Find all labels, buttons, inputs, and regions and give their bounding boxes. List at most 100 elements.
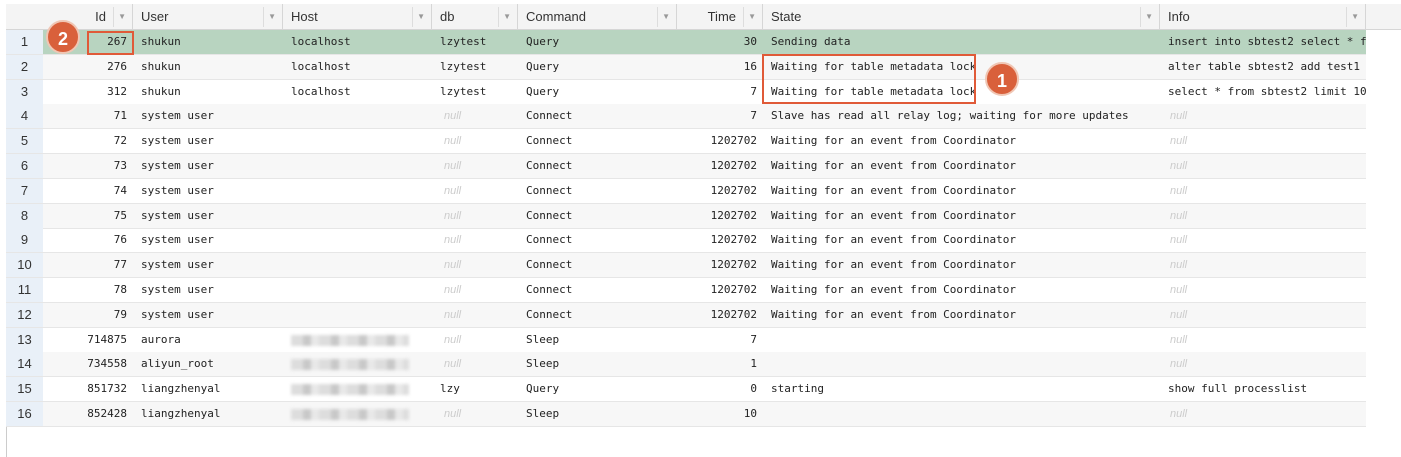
cell-command[interactable]: Connect xyxy=(518,129,677,153)
cell-id[interactable]: 276 xyxy=(43,55,133,79)
cell-time[interactable]: 1202702 xyxy=(677,278,763,302)
cell-id[interactable]: 852428 xyxy=(43,402,133,426)
cell-db[interactable]: null xyxy=(432,253,518,277)
cell-info[interactable]: null xyxy=(1160,129,1366,153)
cell-host[interactable] xyxy=(283,303,432,327)
cell-time[interactable]: 10 xyxy=(677,402,763,426)
column-header-db[interactable]: db ▼ xyxy=(432,4,518,30)
cell-db[interactable]: null xyxy=(432,303,518,327)
cell-db[interactable]: lzytest xyxy=(432,30,518,54)
filter-dropdown-icon[interactable]: ▼ xyxy=(503,4,511,30)
table-row[interactable]: 14 734558 aliyun_root null Sleep 1 null xyxy=(6,352,1366,378)
cell-user[interactable]: shukun xyxy=(133,80,283,104)
table-row[interactable]: 12 79 system user null Connect 1202702 Waiting… xyxy=(6,302,1366,328)
cell-user[interactable]: system user xyxy=(133,129,283,153)
table-row[interactable]: 6 73 system user null Connect 1202702 Waiting … xyxy=(6,154,1366,179)
cell-info[interactable]: null xyxy=(1160,278,1366,302)
cell-host[interactable]: localhost xyxy=(283,55,432,79)
table-row[interactable]: 2 276 shukun localhost lzytest Query 16 Waiting… xyxy=(6,54,1366,80)
cell-command[interactable]: Connect xyxy=(518,303,677,327)
cell-state[interactable] xyxy=(763,328,1160,352)
cell-host[interactable] xyxy=(283,204,432,228)
cell-command[interactable]: Query xyxy=(518,80,677,104)
table-row[interactable]: 7 74 system user null Connect 1202702 Waiting … xyxy=(6,178,1366,204)
cell-db[interactable]: null xyxy=(432,402,518,426)
cell-state[interactable]: Waiting for an event from Coordinator xyxy=(763,179,1160,203)
cell-id[interactable]: 76 xyxy=(43,228,133,252)
cell-host[interactable] xyxy=(283,328,432,352)
cell-time[interactable]: 7 xyxy=(677,104,763,128)
cell-user[interactable]: system user xyxy=(133,104,283,128)
cell-user[interactable]: shukun xyxy=(133,55,283,79)
cell-command[interactable]: Connect xyxy=(518,278,677,302)
cell-user[interactable]: system user xyxy=(133,204,283,228)
table-row[interactable]: 8 75 system user null Connect 1202702 Waiting … xyxy=(6,203,1366,229)
cell-db[interactable]: null xyxy=(432,154,518,178)
cell-command[interactable]: Connect xyxy=(518,104,677,128)
cell-id[interactable]: 73 xyxy=(43,154,133,178)
cell-state[interactable]: Waiting for an event from Coordinator xyxy=(763,303,1160,327)
cell-id[interactable]: 79 xyxy=(43,303,133,327)
cell-time[interactable]: 1202702 xyxy=(677,154,763,178)
cell-db[interactable]: lzy xyxy=(432,377,518,401)
cell-db[interactable]: null xyxy=(432,129,518,153)
cell-host[interactable] xyxy=(283,129,432,153)
filter-dropdown-icon[interactable]: ▼ xyxy=(748,4,756,30)
table-row[interactable]: 4 71 system user null Connect 7 Slave has read… xyxy=(6,104,1366,130)
table-row[interactable]: 1 267 shukun localhost lzytest Query 30 Sending… xyxy=(6,30,1366,55)
cell-user[interactable]: shukun xyxy=(133,30,283,54)
cell-user[interactable]: aurora xyxy=(133,328,283,352)
cell-state[interactable]: Waiting for an event from Coordinator xyxy=(763,278,1160,302)
cell-db[interactable]: null xyxy=(432,204,518,228)
cell-command[interactable]: Sleep xyxy=(518,402,677,426)
cell-id[interactable]: 851732 xyxy=(43,377,133,401)
cell-info[interactable]: null xyxy=(1160,303,1366,327)
cell-info[interactable]: null xyxy=(1160,228,1366,252)
cell-host[interactable] xyxy=(283,278,432,302)
cell-state[interactable]: Sending data xyxy=(763,30,1160,54)
cell-user[interactable]: system user xyxy=(133,154,283,178)
cell-time[interactable]: 1202702 xyxy=(677,228,763,252)
cell-id[interactable]: 72 xyxy=(43,129,133,153)
table-row[interactable]: 16 852428 liangzhenyal null Sleep 10 null xyxy=(6,402,1366,427)
cell-state[interactable]: Slave has read all relay log; waiting fo… xyxy=(763,104,1160,128)
cell-command[interactable]: Sleep xyxy=(518,328,677,352)
cell-command[interactable]: Sleep xyxy=(518,352,677,376)
cell-id[interactable]: 78 xyxy=(43,278,133,302)
cell-info[interactable]: null xyxy=(1160,204,1366,228)
cell-id[interactable]: 734558 xyxy=(43,352,133,376)
cell-host[interactable]: localhost xyxy=(283,30,432,54)
cell-user[interactable]: system user xyxy=(133,303,283,327)
cell-host[interactable]: localhost xyxy=(283,80,432,104)
column-header-host[interactable]: Host ▼ xyxy=(283,4,432,30)
cell-host[interactable] xyxy=(283,352,432,376)
cell-user[interactable]: liangzhenyal xyxy=(133,377,283,401)
cell-id[interactable]: 77 xyxy=(43,253,133,277)
filter-dropdown-icon[interactable]: ▼ xyxy=(1145,4,1153,30)
filter-dropdown-icon[interactable]: ▼ xyxy=(118,4,126,30)
cell-state[interactable]: Waiting for an event from Coordinator xyxy=(763,129,1160,153)
cell-command[interactable]: Query xyxy=(518,377,677,401)
cell-info[interactable]: insert into sbtest2 select * from xyxy=(1160,30,1366,54)
cell-info[interactable]: alter table sbtest2 add test1 int xyxy=(1160,55,1366,79)
cell-time[interactable]: 7 xyxy=(677,328,763,352)
cell-db[interactable]: null xyxy=(432,328,518,352)
cell-command[interactable]: Connect xyxy=(518,204,677,228)
cell-id[interactable]: 312 xyxy=(43,80,133,104)
table-row[interactable]: 9 76 system user null Connect 1202702 Waiting … xyxy=(6,228,1366,254)
cell-db[interactable]: null xyxy=(432,104,518,128)
column-header-info[interactable]: Info ▼ xyxy=(1160,4,1366,30)
cell-user[interactable]: system user xyxy=(133,179,283,203)
cell-state[interactable]: starting xyxy=(763,377,1160,401)
cell-host[interactable] xyxy=(283,253,432,277)
cell-state[interactable]: Waiting for an event from Coordinator xyxy=(763,253,1160,277)
filter-dropdown-icon[interactable]: ▼ xyxy=(417,4,425,30)
cell-db[interactable]: null xyxy=(432,278,518,302)
cell-id[interactable]: 75 xyxy=(43,204,133,228)
cell-user[interactable]: system user xyxy=(133,253,283,277)
cell-time[interactable]: 1202702 xyxy=(677,179,763,203)
table-row[interactable]: 13 714875 aurora null Sleep 7 null xyxy=(6,327,1366,353)
cell-command[interactable]: Connect xyxy=(518,179,677,203)
cell-state[interactable]: Waiting for an event from Coordinator xyxy=(763,228,1160,252)
cell-host[interactable] xyxy=(283,402,432,426)
